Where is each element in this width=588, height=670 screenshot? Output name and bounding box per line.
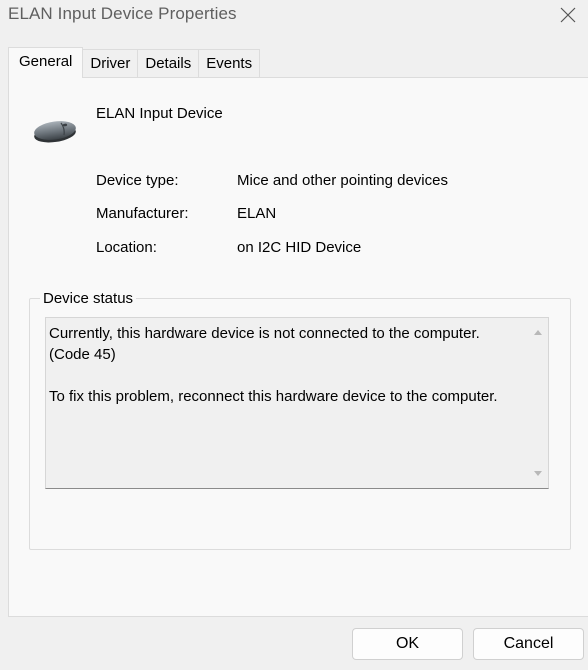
tab-general[interactable]: General [8, 47, 84, 78]
properties-dialog: ELAN Input Device Properties General Dri… [0, 0, 588, 670]
cancel-button[interactable]: Cancel [473, 628, 584, 660]
manufacturer-value: ELAN [237, 205, 277, 222]
location-value: on I2C HID Device [237, 239, 362, 256]
manufacturer-label: Manufacturer: [96, 205, 189, 222]
tab-details[interactable]: Details [138, 49, 200, 78]
device-status-legend: Device status [40, 290, 137, 307]
ok-button[interactable]: OK [352, 628, 463, 660]
tab-driver[interactable]: Driver [83, 49, 139, 78]
close-button[interactable] [548, 0, 588, 30]
window-title: ELAN Input Device Properties [8, 4, 237, 23]
device-type-value: Mice and other pointing devices [237, 172, 448, 189]
scroll-up-arrow-icon[interactable] [528, 322, 548, 342]
tab-strip: General Driver Details Events [8, 47, 261, 78]
device-status-group: Device status Currently, this hardware d… [29, 290, 571, 550]
scroll-down-arrow-icon[interactable] [528, 464, 548, 484]
status-scrollbar[interactable] [528, 318, 548, 488]
device-name: ELAN Input Device [96, 105, 223, 122]
general-tab-panel: ELAN Input Device Device type: Mice and … [8, 77, 588, 617]
device-type-label: Device type: [96, 172, 179, 189]
title-bar: ELAN Input Device Properties [0, 0, 588, 30]
mouse-icon [34, 121, 76, 143]
device-status-text: Currently, this hardware device is not c… [49, 325, 498, 405]
tab-events[interactable]: Events [199, 49, 261, 78]
location-label: Location: [96, 239, 157, 256]
device-status-textbox[interactable]: Currently, this hardware device is not c… [45, 317, 549, 489]
close-icon [560, 7, 576, 23]
